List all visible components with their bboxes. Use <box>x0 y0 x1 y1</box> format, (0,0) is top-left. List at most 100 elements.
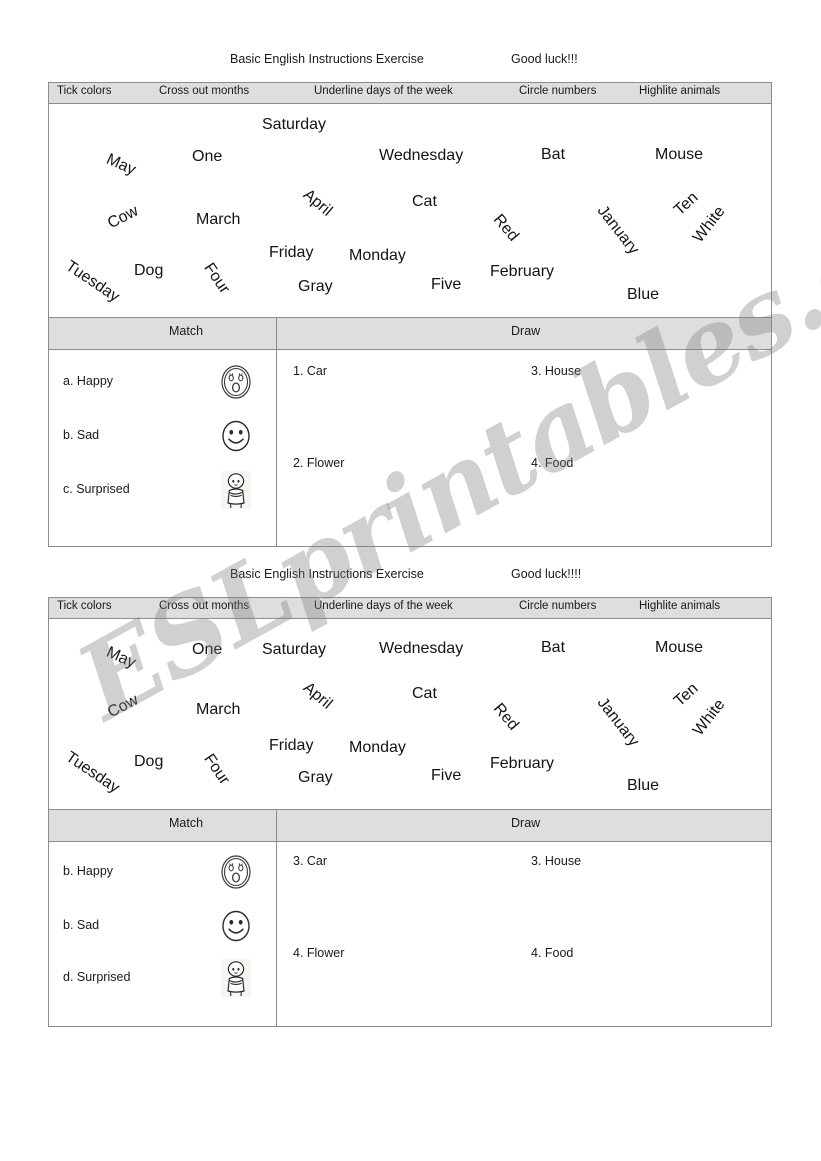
match-row[interactable]: b. Sad <box>49 414 276 460</box>
word-item[interactable]: White <box>690 696 729 739</box>
title-row: Basic English Instructions Exercise Good … <box>48 565 772 595</box>
word-item[interactable]: Friday <box>269 244 313 262</box>
word-item[interactable]: Ten <box>671 680 702 711</box>
match-row[interactable]: a. Happy <box>49 360 276 406</box>
word-item[interactable]: One <box>192 641 222 659</box>
word-item[interactable]: White <box>690 203 729 246</box>
word-item[interactable]: Four <box>200 751 232 788</box>
word-item[interactable]: Red <box>489 211 522 245</box>
match-header-label: Match <box>169 816 204 830</box>
draw-item[interactable]: 4. Flower <box>293 946 344 960</box>
instruction-header-3: Underline days of the week <box>314 600 453 612</box>
word-item[interactable]: Four <box>200 260 232 297</box>
word-item[interactable]: February <box>490 755 554 773</box>
instruction-header-2: Cross out months <box>159 600 250 612</box>
word-item[interactable]: Cow <box>105 691 142 722</box>
draw-item[interactable]: 3. Car <box>293 854 327 868</box>
word-item[interactable]: April <box>299 679 335 713</box>
word-item[interactable]: Five <box>431 276 461 294</box>
word-cloud: Saturday May One Wednesday Bat Mouse April Cat C… <box>49 104 771 317</box>
word-item[interactable]: Red <box>489 700 522 734</box>
word-item[interactable]: Bat <box>541 146 565 164</box>
person-figure-icon[interactable] <box>219 470 253 510</box>
word-item[interactable]: May <box>103 644 139 673</box>
word-item[interactable]: May <box>103 151 139 180</box>
word-item[interactable]: Monday <box>349 247 406 265</box>
word-item[interactable]: Cat <box>412 193 437 211</box>
column-divider <box>276 350 277 546</box>
column-divider <box>276 842 277 1026</box>
word-item[interactable]: Mouse <box>655 146 703 164</box>
draw-item[interactable]: 1. Car <box>293 364 327 378</box>
word-item[interactable]: January <box>593 694 642 750</box>
word-item[interactable]: Dog <box>134 262 163 280</box>
match-item-label: a. Happy <box>63 374 114 388</box>
instruction-header-2: Cross out months <box>159 85 250 97</box>
surprised-face-icon[interactable] <box>219 362 253 402</box>
match-row[interactable]: b. Happy <box>49 850 276 896</box>
exercise-table: Tick colors Cross out months Underline day… <box>48 597 772 1027</box>
column-divider <box>276 318 277 349</box>
word-item[interactable]: Monday <box>349 739 406 757</box>
word-item[interactable]: January <box>593 202 642 258</box>
match-draw-header-row: Match Draw <box>49 809 771 842</box>
word-item[interactable]: March <box>196 211 240 229</box>
match-item-label: c. Surprised <box>63 482 130 496</box>
word-item[interactable]: Blue <box>627 777 659 795</box>
word-item[interactable]: Cow <box>105 202 142 233</box>
draw-item[interactable]: 3. House <box>531 364 581 378</box>
word-item[interactable]: Cat <box>412 685 437 703</box>
draw-item[interactable]: 4. Food <box>531 946 573 960</box>
word-item[interactable]: Dog <box>134 753 163 771</box>
word-item[interactable]: March <box>196 701 240 719</box>
word-item[interactable]: Gray <box>298 278 333 296</box>
match-row[interactable]: d. Surprised <box>49 956 276 1002</box>
exercise-table: Tick colors Cross out months Underline day… <box>48 82 772 547</box>
good-luck-text: Good luck!!!! <box>511 567 582 581</box>
match-item-label: b. Sad <box>63 428 100 442</box>
draw-item[interactable]: 2. Flower <box>293 456 344 470</box>
word-item[interactable]: Wednesday <box>379 640 463 658</box>
person-figure-icon[interactable] <box>219 958 253 998</box>
word-item[interactable]: February <box>490 263 554 281</box>
good-luck-text: Good luck!!! <box>511 52 578 66</box>
word-item[interactable]: Mouse <box>655 639 703 657</box>
smiley-face-icon[interactable] <box>219 906 253 946</box>
word-item[interactable]: Saturday <box>262 116 326 134</box>
match-row[interactable]: c. Surprised <box>49 468 276 514</box>
worksheet-section-1: Basic English Instructions Exercise Good … <box>48 50 772 547</box>
draw-item[interactable]: 3. House <box>531 854 581 868</box>
word-item[interactable]: Ten <box>671 189 702 220</box>
word-item[interactable]: Friday <box>269 737 313 755</box>
instructions-header-row: Tick colors Cross out months Underline day… <box>49 83 771 104</box>
exercise-title: Basic English Instructions Exercise <box>230 52 424 66</box>
match-row[interactable]: b. Sad <box>49 904 276 950</box>
surprised-face-icon[interactable] <box>219 852 253 892</box>
instruction-header-4: Circle numbers <box>519 85 597 97</box>
match-draw-header-row: Match Draw <box>49 317 771 350</box>
instruction-header-5: Highlite animals <box>639 85 721 97</box>
draw-header-label: Draw <box>511 816 541 830</box>
word-item[interactable]: April <box>299 186 335 220</box>
word-item[interactable]: Tuesday <box>62 749 123 798</box>
word-item[interactable]: One <box>192 148 222 166</box>
column-divider <box>276 810 277 841</box>
match-draw-body: b. Happy b. Sad d. Surprised 3. Car 3. House… <box>49 842 771 1026</box>
smiley-face-icon[interactable] <box>219 416 253 456</box>
word-item[interactable]: Gray <box>298 769 333 787</box>
word-item[interactable]: Bat <box>541 639 565 657</box>
worksheet-section-2: Basic English Instructions Exercise Good … <box>48 565 772 1027</box>
instruction-header-4: Circle numbers <box>519 600 597 612</box>
instruction-header-5: Highlite animals <box>639 600 721 612</box>
match-item-label: b. Sad <box>63 918 100 932</box>
word-cloud: May One Saturday Wednesday Bat Mouse April Cat C… <box>49 619 771 809</box>
word-item[interactable]: Wednesday <box>379 147 463 165</box>
word-item[interactable]: Five <box>431 767 461 785</box>
exercise-title: Basic English Instructions Exercise <box>230 567 424 581</box>
match-header-label: Match <box>169 324 204 338</box>
match-item-label: b. Happy <box>63 864 114 878</box>
word-item[interactable]: Blue <box>627 286 659 304</box>
draw-item[interactable]: 4. Food <box>531 456 573 470</box>
word-item[interactable]: Saturday <box>262 641 326 659</box>
word-item[interactable]: Tuesday <box>62 258 123 307</box>
